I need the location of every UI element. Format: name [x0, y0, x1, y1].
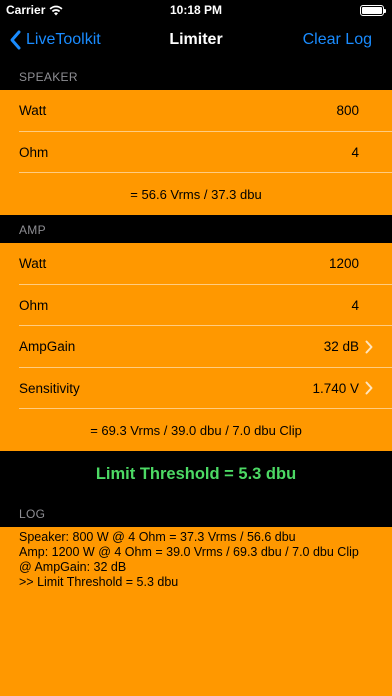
amp-sensitivity-row[interactable]: Sensitivity 1.740 V	[0, 368, 392, 410]
speaker-ohm-row[interactable]: Ohm 4	[0, 132, 392, 174]
amp-gain-label: AmpGain	[19, 339, 76, 355]
chevron-right-icon	[365, 340, 373, 354]
speaker-watt-label: Watt	[19, 103, 47, 119]
speaker-ohm-value[interactable]: 4	[351, 145, 359, 160]
amp-watt-value[interactable]: 1200	[329, 256, 359, 271]
amp-watt-row[interactable]: Watt 1200	[0, 243, 392, 285]
speaker-watt-row[interactable]: Watt 800	[0, 90, 392, 132]
amp-ohm-row[interactable]: Ohm 4	[0, 285, 392, 327]
navigation-bar: LiveToolkit Limiter Clear Log	[0, 20, 392, 62]
status-time: 10:18 PM	[169, 3, 223, 17]
clear-log-button[interactable]: Clear Log	[303, 31, 372, 49]
amp-result: = 69.3 Vrms / 39.0 dbu / 7.0 dbu Clip	[90, 422, 302, 438]
section-header-speaker: SPEAKER	[0, 62, 392, 90]
speaker-group: Watt 800 Ohm 4 = 56.6 Vrms / 37.3 dbu	[0, 90, 392, 215]
log-text[interactable]: Speaker: 800 W @ 4 Ohm = 37.3 Vrms / 56.…	[0, 527, 392, 696]
section-header-log: LOG	[0, 499, 392, 527]
amp-gain-value: 32 dB	[323, 339, 359, 355]
amp-sensitivity-value: 1.740 V	[312, 380, 359, 396]
amp-group: Watt 1200 Ohm 4 AmpGain 32 dB Sensitivit…	[0, 243, 392, 451]
amp-ohm-value[interactable]: 4	[351, 298, 359, 313]
amp-watt-label: Watt	[19, 256, 47, 272]
battery-icon	[360, 5, 386, 16]
speaker-watt-value[interactable]: 800	[336, 103, 359, 118]
speaker-ohm-label: Ohm	[19, 144, 49, 160]
speaker-result: = 56.6 Vrms / 37.3 dbu	[130, 186, 262, 202]
chevron-right-icon	[365, 381, 373, 395]
status-bar: Carrier 10:18 PM	[0, 0, 392, 20]
section-header-amp: AMP	[0, 215, 392, 243]
amp-gain-row[interactable]: AmpGain 32 dB	[0, 326, 392, 368]
amp-sensitivity-label: Sensitivity	[19, 380, 80, 396]
limit-threshold: Limit Threshold = 5.3 dbu	[0, 451, 392, 497]
amp-ohm-label: Ohm	[19, 297, 49, 313]
